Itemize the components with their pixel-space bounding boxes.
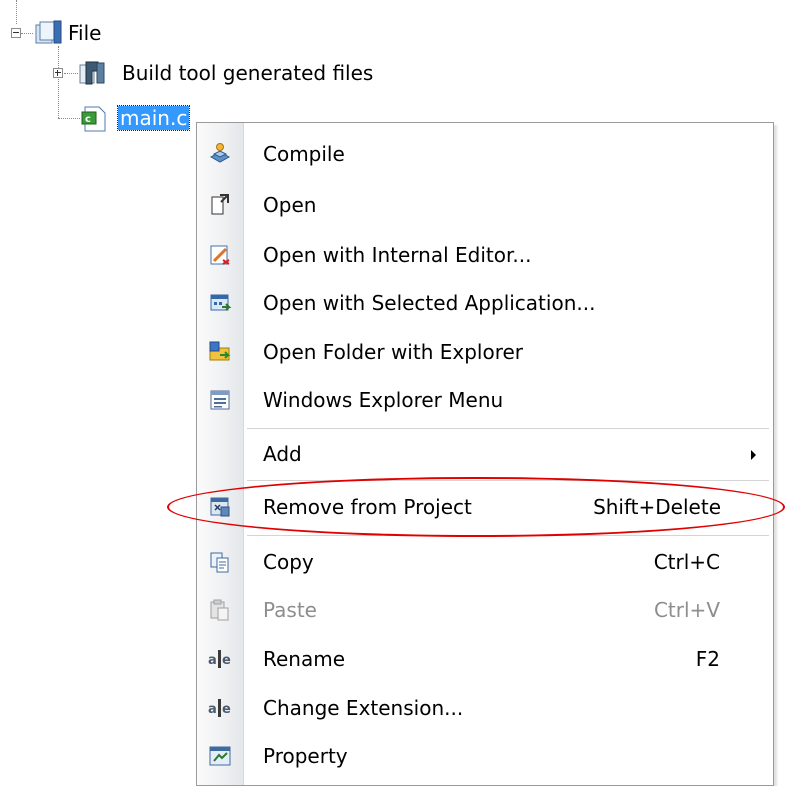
tree-node-build-files-label[interactable]: Build tool generated files xyxy=(122,61,373,85)
menu-item-open-folder-explorer[interactable]: Open Folder with Explorer xyxy=(197,328,773,376)
menu-item-rename[interactable]: a e Rename F2 xyxy=(197,635,773,683)
c-source-file-icon: c xyxy=(81,106,109,132)
menu-item-label: Remove from Project xyxy=(263,495,472,519)
menu-item-shortcut: F2 xyxy=(695,647,720,671)
menu-item-open-selected-application[interactable]: Open with Selected Application... xyxy=(197,279,773,327)
menu-separator xyxy=(247,428,769,429)
project-folder-icon xyxy=(35,20,63,46)
rename-icon: a e xyxy=(208,647,232,671)
svg-text:a: a xyxy=(208,653,217,668)
menu-item-shortcut: Shift+Delete xyxy=(593,495,721,519)
explorer-folder-icon xyxy=(208,340,232,364)
menu-item-open[interactable]: Open xyxy=(197,181,773,229)
menu-item-change-extension[interactable]: a e Change Extension... xyxy=(197,684,773,732)
menu-item-label: Compile xyxy=(263,142,345,166)
menu-item-label: Windows Explorer Menu xyxy=(263,388,504,412)
menu-item-paste[interactable]: Paste Ctrl+V xyxy=(197,586,773,634)
menu-item-label: Open xyxy=(263,193,317,217)
menu-item-add[interactable]: Add xyxy=(197,430,773,478)
svg-text:a: a xyxy=(208,702,217,717)
menu-separator xyxy=(247,535,769,536)
menu-item-label: Property xyxy=(263,744,348,768)
remove-from-project-icon xyxy=(208,495,232,519)
selected-application-icon xyxy=(208,291,232,315)
paste-icon xyxy=(208,598,232,622)
menu-item-compile[interactable]: Compile xyxy=(197,130,773,178)
generated-files-folder-icon xyxy=(78,59,108,87)
menu-item-shortcut: Ctrl+V xyxy=(653,598,720,622)
menu-separator xyxy=(247,480,769,481)
tree-node-main-c-label[interactable]: main.c xyxy=(116,105,191,131)
compile-icon xyxy=(208,142,232,166)
internal-editor-icon xyxy=(208,243,232,267)
project-tree: File Build tool generated files c main.c xyxy=(0,0,791,132)
context-menu: Compile Open Open with Internal Editor..… xyxy=(196,122,774,786)
menu-item-windows-explorer-menu[interactable]: Windows Explorer Menu xyxy=(197,376,773,424)
change-extension-icon: a e xyxy=(208,696,232,720)
collapse-toggle-icon[interactable] xyxy=(11,28,21,38)
menu-item-label: Open with Internal Editor... xyxy=(263,243,532,267)
open-icon xyxy=(208,193,232,217)
menu-item-label: Open with Selected Application... xyxy=(263,291,596,315)
tree-connector-line xyxy=(16,0,17,24)
menu-item-label: Rename xyxy=(263,647,346,671)
property-icon xyxy=(208,744,232,768)
menu-item-label: Open Folder with Explorer xyxy=(263,340,523,364)
menu-item-label: Add xyxy=(263,442,302,466)
menu-item-property[interactable]: Property xyxy=(197,732,773,780)
menu-item-open-internal-editor[interactable]: Open with Internal Editor... xyxy=(197,231,773,279)
menu-item-shortcut: Ctrl+C xyxy=(653,550,720,574)
svg-text:c: c xyxy=(85,114,91,125)
tree-connector-line xyxy=(21,33,33,34)
tree-node-file-label[interactable]: File xyxy=(68,21,101,45)
submenu-arrow-icon xyxy=(751,450,756,460)
menu-item-label: Paste xyxy=(263,598,317,622)
expand-toggle-icon[interactable] xyxy=(53,68,63,78)
menu-item-label: Copy xyxy=(263,550,314,574)
svg-text:e: e xyxy=(222,653,231,668)
explorer-menu-icon xyxy=(208,388,232,412)
copy-icon xyxy=(208,550,232,574)
tree-connector-line xyxy=(64,73,78,74)
menu-item-remove-from-project[interactable]: Remove from Project Shift+Delete xyxy=(197,483,773,531)
menu-item-label: Change Extension... xyxy=(263,696,464,720)
tree-connector-line xyxy=(58,118,80,119)
menu-item-copy[interactable]: Copy Ctrl+C xyxy=(197,538,773,586)
tree-connector-line xyxy=(58,46,59,118)
svg-text:e: e xyxy=(222,702,231,717)
